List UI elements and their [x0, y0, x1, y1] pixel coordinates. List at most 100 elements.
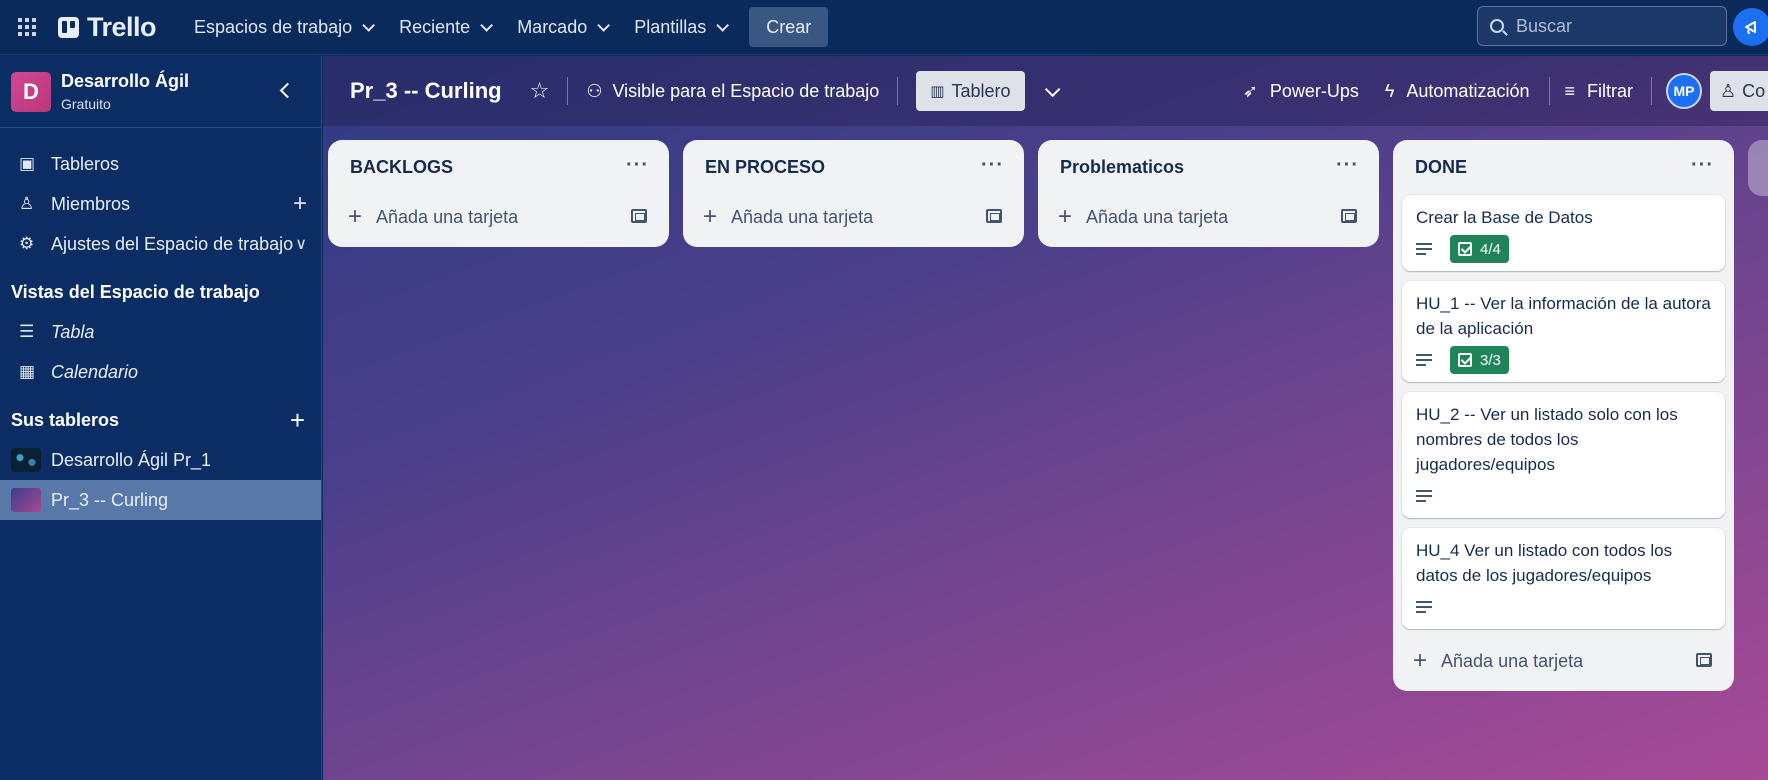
add-member-icon[interactable]: +: [293, 190, 307, 218]
board-icon: ▣: [19, 154, 36, 173]
more-options-icon[interactable]: ···: [1691, 154, 1714, 177]
board-canvas: Pr_3 -- Curling ☆ ⚇ Visible para el Espa…: [323, 56, 1768, 780]
sidebar-board-label: Desarrollo Ágil Pr_1: [51, 449, 212, 470]
sidebar-item-label: Tableros: [51, 153, 120, 174]
card-template-icon[interactable]: [986, 209, 1002, 223]
nav-starred[interactable]: Marcado: [503, 7, 620, 47]
board-view-button[interactable]: ▥ Tablero: [916, 71, 1025, 111]
board-thumbnail: [11, 488, 41, 512]
card-title: HU_4 Ver un listado con todos los datos …: [1416, 541, 1673, 585]
board-thumbnail: [11, 448, 41, 472]
sidebar-item-members[interactable]: ♙ Miembros +: [0, 184, 321, 224]
gear-icon: ⚙: [19, 234, 35, 253]
views-heading: Vistas del Espacio de trabajo: [11, 281, 260, 302]
sidebar-board-label: Pr_3 -- Curling: [51, 489, 169, 510]
filter-icon: ≡: [1564, 80, 1575, 101]
notification-megaphone-icon[interactable]: [1733, 8, 1768, 46]
sidebar-board-curling[interactable]: Pr_3 -- Curling: [0, 480, 321, 520]
card-template-icon[interactable]: [631, 209, 647, 223]
sidebar-item-settings[interactable]: ⚙ Ajustes del Espacio de trabajo ∨: [0, 224, 321, 264]
chevron-down-icon: [362, 18, 376, 32]
automation-label: Automatización: [1406, 80, 1530, 101]
plus-icon: +: [703, 203, 718, 230]
more-options-icon[interactable]: ···: [981, 154, 1004, 177]
share-label: Co: [1742, 80, 1766, 101]
board-title[interactable]: Pr_3 -- Curling: [350, 78, 502, 104]
add-card-button[interactable]: + Añada una tarjeta: [1393, 639, 1734, 683]
powerups-button[interactable]: ➶ Power-Ups: [1243, 81, 1359, 102]
powerups-label: Power-Ups: [1269, 80, 1359, 101]
plus-icon: +: [1413, 647, 1428, 674]
visibility-button[interactable]: ⚇ Visible para el Espacio de trabajo: [586, 81, 879, 102]
chevron-down-icon: [480, 18, 494, 32]
trello-logo[interactable]: Trello: [58, 11, 157, 43]
member-avatar[interactable]: MP: [1666, 73, 1702, 109]
card[interactable]: HU_2 -- Ver un listado solo con los nomb…: [1402, 392, 1725, 518]
card[interactable]: Crear la Base de Datos 4/4: [1402, 195, 1725, 271]
list-problematicos: Problematicos ··· + Añada una tarjeta: [1038, 140, 1379, 247]
card-badges: 3/3: [1416, 346, 1711, 374]
list-title[interactable]: DONE: [1415, 157, 1467, 178]
list-title[interactable]: Problematicos: [1060, 157, 1184, 178]
nav-recent[interactable]: Reciente: [385, 7, 503, 47]
board-view-label: Tablero: [951, 80, 1011, 101]
add-card-button[interactable]: + Añada una tarjeta: [328, 195, 669, 239]
card-title: HU_2 -- Ver un listado solo con los nomb…: [1416, 405, 1678, 474]
automation-button[interactable]: ϟ Automatización: [1385, 81, 1530, 102]
add-board-icon[interactable]: +: [290, 405, 305, 436]
nav-workspaces[interactable]: Espacios de trabajo: [180, 7, 385, 47]
sidebar-item-calendar-view[interactable]: ▦ Calendario: [0, 352, 321, 392]
workspace-avatar[interactable]: D: [11, 71, 51, 112]
list-header: BACKLOGS ···: [328, 140, 669, 195]
lightning-icon: ϟ: [1384, 80, 1395, 101]
more-options-icon[interactable]: ···: [626, 154, 649, 177]
star-icon[interactable]: ☆: [530, 78, 550, 104]
more-options-icon[interactable]: ···: [1336, 154, 1359, 177]
sidebar-item-label: Tabla: [51, 321, 95, 342]
add-card-label: Añada una tarjeta: [731, 206, 874, 227]
share-button[interactable]: ♙ Co: [1710, 71, 1768, 111]
checklist-count: 3/3: [1480, 351, 1501, 369]
card[interactable]: HU_1 -- Ver la información de la autora …: [1402, 281, 1725, 382]
card-badges: 4/4: [1416, 235, 1711, 263]
list-title[interactable]: BACKLOGS: [350, 157, 453, 178]
board-view-icon: ▥: [930, 83, 944, 100]
add-card-label: Añada una tarjeta: [1441, 650, 1584, 671]
card[interactable]: HU_4 Ver un listado con todos los datos …: [1402, 528, 1725, 629]
workspace-name[interactable]: Desarrollo Ágil: [61, 71, 189, 92]
nav-menu: Espacios de trabajo Reciente Marcado Pla…: [180, 7, 829, 47]
filter-button[interactable]: ≡ Filtrar: [1564, 81, 1633, 102]
nav-workspaces-label: Espacios de trabajo: [194, 16, 353, 37]
divider: [1651, 77, 1652, 105]
add-list-button[interactable]: [1748, 140, 1768, 196]
sidebar-board-desarrollo[interactable]: Desarrollo Ágil Pr_1: [0, 440, 321, 480]
app-switcher-icon[interactable]: [14, 14, 40, 40]
description-icon: [1416, 490, 1432, 502]
card-template-icon[interactable]: [1696, 653, 1712, 667]
checklist-count: 4/4: [1480, 240, 1501, 258]
person-add-icon: ♙: [1720, 80, 1737, 101]
nav-templates[interactable]: Plantillas: [620, 7, 739, 47]
search-input[interactable]: [1516, 15, 1706, 37]
chevron-down-icon[interactable]: ∨: [295, 234, 307, 254]
description-icon: [1416, 243, 1432, 255]
collapse-sidebar-icon[interactable]: [279, 82, 296, 99]
list-header: EN PROCESO ···: [683, 140, 1024, 195]
divider: [1549, 77, 1551, 105]
add-card-button[interactable]: + Añada una tarjeta: [683, 195, 1024, 239]
sidebar-item-boards[interactable]: ▣ Tableros: [0, 144, 321, 184]
sidebar-item-table-view[interactable]: ☰ Tabla: [0, 312, 321, 352]
nav-templates-label: Plantillas: [634, 16, 707, 37]
checklist-badge: 3/3: [1450, 346, 1509, 374]
create-button[interactable]: Crear: [749, 7, 829, 47]
search-box[interactable]: [1477, 6, 1727, 46]
divider: [567, 77, 569, 105]
board-header: Pr_3 -- Curling ☆ ⚇ Visible para el Espa…: [323, 56, 1768, 126]
card-template-icon[interactable]: [1341, 209, 1357, 223]
trello-logo-text: Trello: [87, 11, 157, 42]
list-title[interactable]: EN PROCESO: [705, 157, 825, 178]
add-card-button[interactable]: + Añada una tarjeta: [1038, 195, 1379, 239]
chevron-down-icon[interactable]: [1044, 81, 1060, 97]
list-backlogs: BACKLOGS ··· + Añada una tarjeta: [328, 140, 669, 247]
trello-logo-icon: [58, 16, 79, 38]
